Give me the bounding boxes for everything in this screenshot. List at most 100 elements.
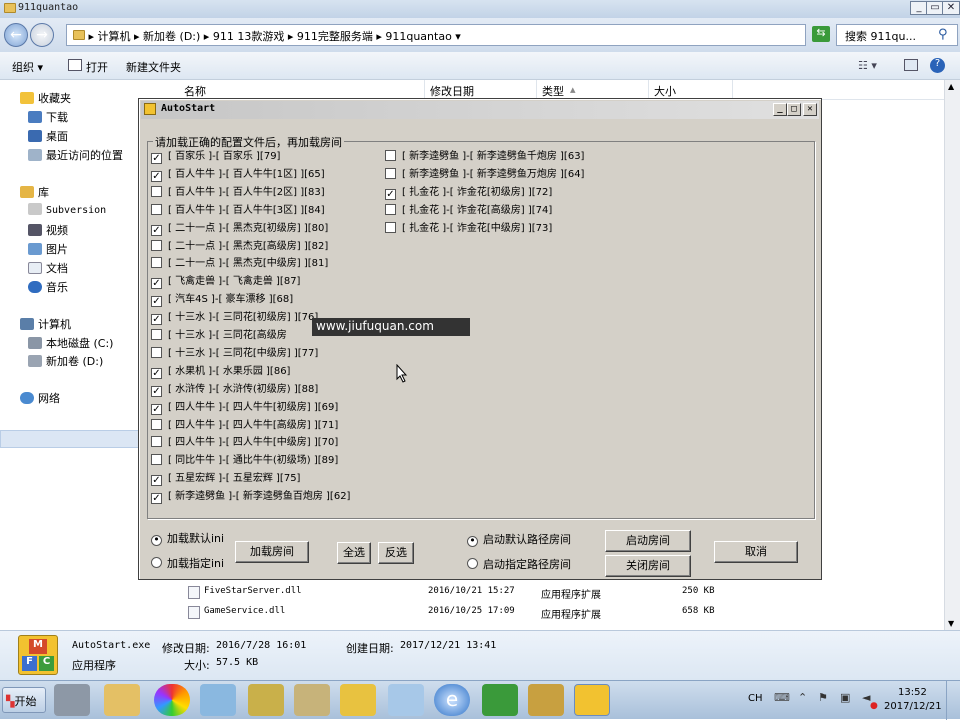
- nav-subversion[interactable]: Subversion: [28, 203, 106, 216]
- room-checkbox[interactable]: ✓ [ 五星宏辉 ]-[ 五星宏辉 ][75]: [151, 471, 300, 487]
- nav-libraries[interactable]: 库: [20, 184, 49, 200]
- col-name[interactable]: 名称: [184, 83, 206, 99]
- room-checkbox[interactable]: ✓ [ 水果机 ]-[ 水果乐园 ][86]: [151, 364, 290, 380]
- radio-load-default-ini[interactable]: • 加载默认ini: [151, 530, 224, 546]
- cancel-button[interactable]: 取消: [714, 541, 798, 563]
- room-checkbox[interactable]: [ 百人牛牛 ]-[ 百人牛牛[2区] ][83]: [151, 185, 325, 201]
- view-options-icon[interactable]: ☷ ▾: [858, 59, 877, 72]
- nav-music[interactable]: 音乐: [28, 279, 68, 295]
- room-checkbox[interactable]: [ 同比牛牛 ]-[ 通比牛牛(初级场) ][89]: [151, 453, 338, 469]
- select-all-button[interactable]: 全选: [337, 542, 371, 564]
- room-label: [ 五星宏辉 ]-[ 五星宏辉 ][75]: [168, 473, 301, 485]
- room-checkbox[interactable]: [ 四人牛牛 ]-[ 四人牛牛[高级房] ][71]: [151, 418, 338, 434]
- tools-icon[interactable]: [294, 684, 330, 716]
- open-button[interactable]: 打开: [86, 59, 108, 75]
- color-wheel-icon[interactable]: [154, 684, 190, 716]
- dialog-minimize-button[interactable]: _: [773, 103, 787, 116]
- room-checkbox[interactable]: ✓ [ 十三水 ]-[ 三同花[初级房] ][76]: [151, 310, 318, 326]
- column-header: 名称 修改日期 类型 ▴ 大小: [172, 80, 944, 100]
- room-checkbox[interactable]: [ 二十一点 ]-[ 黑杰克[中级房] ][81]: [151, 256, 328, 272]
- nav-network[interactable]: 网络: [20, 390, 60, 406]
- room-checkbox[interactable]: ✓ [ 新李逵劈鱼 ]-[ 新李逵劈鱼百炮房 ][62]: [151, 489, 350, 505]
- nav-local-disk[interactable]: 本地磁盘 (C:): [28, 335, 113, 351]
- autostart-taskbar-icon[interactable]: [574, 684, 610, 716]
- scroll-up-icon[interactable]: ▲: [948, 82, 954, 91]
- network-tray-icon[interactable]: ▣: [840, 691, 850, 704]
- back-button[interactable]: ←: [4, 23, 28, 47]
- new-folder-button[interactable]: 新建文件夹: [126, 59, 181, 75]
- radio-load-specified-ini[interactable]: 加载指定ini: [151, 555, 224, 571]
- room-checkbox[interactable]: ✓ [ 百人牛牛 ]-[ 百人牛牛[1区] ][65]: [151, 167, 325, 183]
- server-manager-icon[interactable]: [54, 684, 90, 716]
- forward-button[interactable]: →: [30, 23, 54, 47]
- vertical-scrollbar[interactable]: ▲ ▼: [944, 80, 960, 630]
- monitor-icon[interactable]: [340, 684, 376, 716]
- room-checkbox[interactable]: ✓ [ 汽车4S ]-[ 豪车漂移 ][68]: [151, 292, 293, 308]
- start-room-button[interactable]: 启动房间: [605, 530, 691, 552]
- preview-pane-icon[interactable]: [904, 59, 918, 71]
- flag-icon[interactable]: ⚑: [818, 691, 828, 704]
- col-type[interactable]: 类型: [542, 83, 564, 99]
- room-checkbox[interactable]: ✓ [ 二十一点 ]-[ 黑杰克[初级房] ][80]: [151, 221, 328, 237]
- nav-documents[interactable]: 文档: [28, 260, 68, 276]
- radio-start-default-path[interactable]: • 启动默认路径房间: [467, 531, 571, 547]
- dialog-close-button[interactable]: ✕: [803, 103, 817, 116]
- key-icon[interactable]: [528, 684, 564, 716]
- close-room-button[interactable]: 关闭房间: [605, 555, 691, 577]
- folder-taskbar-icon[interactable]: [104, 684, 140, 716]
- room-checkbox[interactable]: ✓ [ 水浒传 ]-[ 水浒传(初级房) ][88]: [151, 382, 318, 398]
- dialog-maximize-button[interactable]: □: [787, 103, 801, 116]
- start-button[interactable]: ▚开始: [2, 687, 46, 713]
- nav-desktop[interactable]: 桌面: [28, 128, 68, 144]
- search-icon[interactable]: ⚲: [938, 27, 948, 42]
- book-icon[interactable]: [248, 684, 284, 716]
- room-checkbox[interactable]: ✓ [ 四人牛牛 ]-[ 四人牛牛[初级房] ][69]: [151, 400, 338, 416]
- network-tool-icon[interactable]: [200, 684, 236, 716]
- room-checkbox[interactable]: ✓ [ 百家乐 ]-[ 百家乐 ][79]: [151, 149, 280, 165]
- close-button[interactable]: ✕: [942, 1, 960, 15]
- clock-date[interactable]: 2017/12/21: [884, 701, 942, 712]
- room-checkbox[interactable]: [ 扎金花 ]-[ 诈金花[高级房] ][74]: [385, 203, 552, 219]
- room-checkbox[interactable]: [ 扎金花 ]-[ 诈金花[中级房] ][73]: [385, 221, 552, 237]
- room-checkbox[interactable]: [ 新李逵劈鱼 ]-[ 新李逵劈鱼万炮房 ][64]: [385, 167, 584, 183]
- room-checkbox[interactable]: ✓ [ 飞禽走兽 ]-[ 飞禽走兽 ][87]: [151, 274, 300, 290]
- organize-menu[interactable]: 组织 ▾: [12, 59, 43, 75]
- breadcrumb-current[interactable]: 911quantao: [385, 30, 451, 43]
- show-desktop-button[interactable]: [946, 681, 960, 720]
- room-checkbox[interactable]: [ 二十一点 ]-[ 黑杰克[高级房] ][82]: [151, 239, 328, 255]
- nav-favorites[interactable]: 收藏夹: [20, 90, 71, 106]
- radio-start-specified-path[interactable]: 启动指定路径房间: [467, 556, 571, 572]
- keyboard-icon[interactable]: ⌨: [774, 691, 790, 704]
- scroll-down-icon[interactable]: ▼: [948, 619, 954, 628]
- breadcrumb-volume[interactable]: 新加卷 (D:): [143, 30, 200, 43]
- show-hidden-icon[interactable]: ⌃: [798, 691, 807, 704]
- room-checkbox[interactable]: [ 新李逵劈鱼 ]-[ 新李逵劈鱼千炮房 ][63]: [385, 149, 584, 165]
- breadcrumb-games[interactable]: 911 13款游戏: [213, 30, 285, 43]
- sync-icon[interactable]: [482, 684, 518, 716]
- clock-time[interactable]: 13:52: [898, 687, 927, 698]
- invert-selection-button[interactable]: 反选: [378, 542, 414, 564]
- language-indicator[interactable]: CH: [748, 693, 763, 704]
- col-size[interactable]: 大小: [654, 83, 676, 99]
- load-room-button[interactable]: 加载房间: [235, 541, 309, 563]
- room-checkbox[interactable]: [ 十三水 ]-[ 三同花[高级房: [151, 328, 287, 344]
- room-checkbox[interactable]: [ 十三水 ]-[ 三同花[中级房] ][77]: [151, 346, 318, 362]
- ie-icon[interactable]: e: [434, 684, 470, 716]
- nav-pictures[interactable]: 图片: [28, 241, 68, 257]
- address-field[interactable]: ▸ 计算机 ▸ 新加卷 (D:) ▸ 911 13款游戏 ▸ 911完整服务端 …: [66, 24, 806, 46]
- refresh-icon[interactable]: ⇆: [812, 26, 830, 42]
- room-checkbox[interactable]: [ 百人牛牛 ]-[ 百人牛牛[3区] ][84]: [151, 203, 325, 219]
- room-checkbox[interactable]: [ 四人牛牛 ]-[ 四人牛牛[中级房] ][70]: [151, 435, 338, 451]
- room-checkbox[interactable]: ✓ [ 扎金花 ]-[ 诈金花[初级房] ][72]: [385, 185, 552, 201]
- nav-downloads[interactable]: 下载: [28, 109, 68, 125]
- notepad-icon[interactable]: [388, 684, 424, 716]
- room-label: [ 四人牛牛 ]-[ 四人牛牛[高级房] ][71]: [168, 419, 339, 431]
- nav-videos[interactable]: 视频: [28, 222, 68, 238]
- help-icon[interactable]: ?: [930, 58, 945, 73]
- nav-recent[interactable]: 最近访问的位置: [28, 147, 123, 163]
- breadcrumb-server[interactable]: 911完整服务端: [297, 30, 373, 43]
- breadcrumb-computer[interactable]: 计算机: [98, 30, 131, 43]
- nav-new-volume[interactable]: 新加卷 (D:): [28, 353, 103, 369]
- col-modified[interactable]: 修改日期: [430, 83, 474, 99]
- nav-computer[interactable]: 计算机: [20, 316, 71, 332]
